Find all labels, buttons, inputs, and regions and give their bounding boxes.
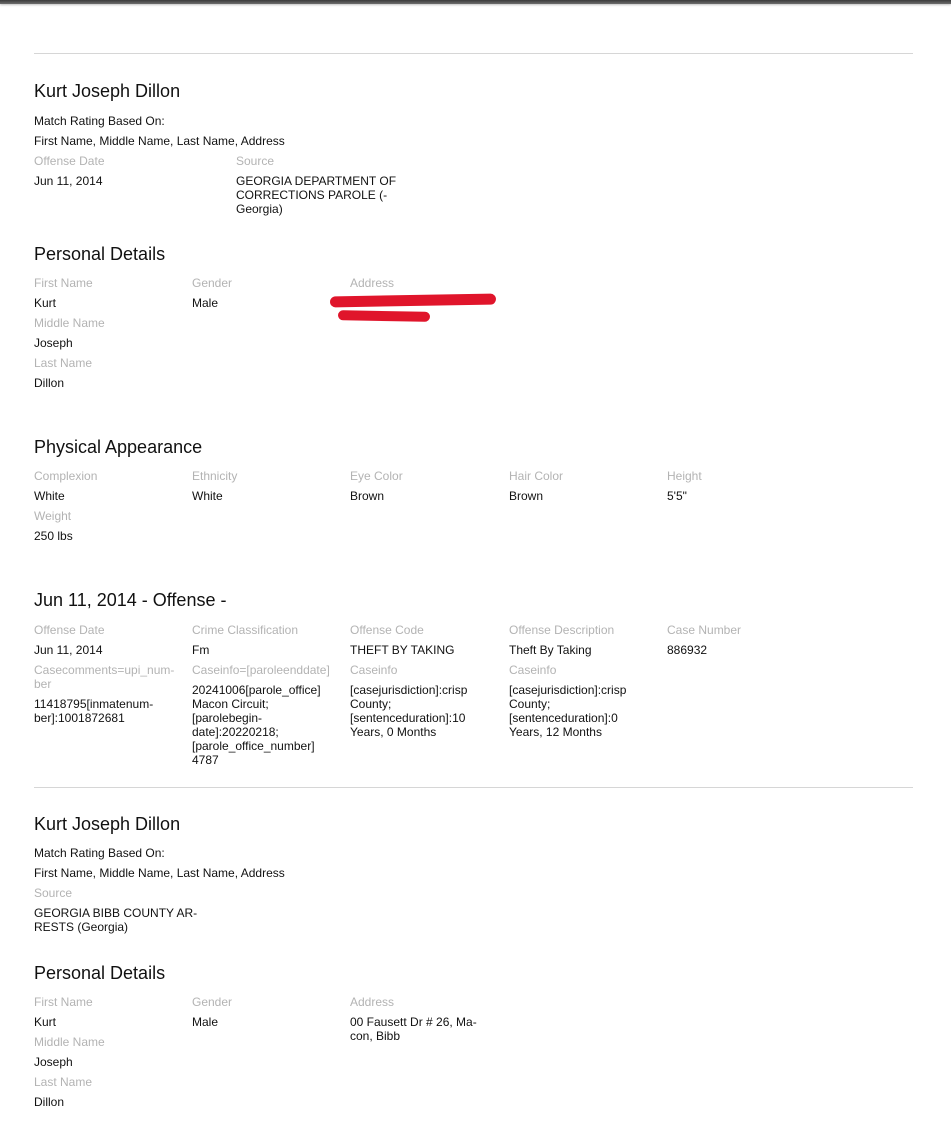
caseinfo-line: [casejurisdiction]:crisp — [350, 683, 468, 697]
casecomments-value-line: 11418795[inmatenum- — [34, 697, 154, 711]
match-rating-label: Match Rating Based On: — [34, 114, 165, 128]
crime-classification-value: Fm — [192, 643, 210, 657]
caseinfo-label: Caseinfo — [350, 663, 398, 677]
source-line: Georgia) — [236, 202, 283, 216]
record-name: Kurt Joseph Dillon — [34, 81, 181, 101]
offense-description-value: Theft By Taking — [509, 643, 592, 657]
offense-code-label: Offense Code — [350, 623, 424, 637]
ethnicity-value: White — [192, 489, 223, 503]
section-heading-personal: Personal Details — [34, 244, 166, 264]
eye-color-label: Eye Color — [350, 469, 403, 483]
caseinfo-line: [sentenceduration]:10 — [350, 711, 466, 725]
section-heading-offense: Jun 11, 2014 - Offense - — [34, 590, 227, 610]
first-name-label: First Name — [34, 276, 93, 290]
casecomments-label: Casecomments=upi_num- ber — [34, 663, 174, 691]
caseinfo-line: Years, 12 Months — [509, 725, 602, 739]
caseinfo-line: County; — [350, 697, 392, 711]
gender-value: Male — [192, 296, 219, 310]
caseinfo-value: [casejurisdiction]:crisp County; [senten… — [509, 683, 626, 739]
caseinfo-line: [parole_office_number] — [192, 739, 315, 753]
middle-name-value: Joseph — [34, 336, 73, 350]
offense-date-value: Jun 11, 2014 — [34, 174, 103, 188]
eye-color-value: Brown — [350, 489, 385, 503]
record-name: Kurt Joseph Dillon — [34, 814, 181, 834]
offense-description-label: Offense Description — [509, 623, 615, 637]
height-value: 5'5" — [667, 489, 687, 503]
gender-label: Gender — [192, 276, 233, 290]
gender-label: Gender — [192, 995, 233, 1009]
caseinfo-label: Caseinfo=[paroleenddate] — [192, 663, 330, 677]
casecomments-value: 11418795[inmatenum- ber]:1001872681 — [34, 697, 153, 725]
weight-value: 250 lbs — [34, 529, 73, 543]
first-name-label: First Name — [34, 995, 93, 1009]
match-rating-value: First Name, Middle Name, Last Name, Addr… — [34, 134, 285, 148]
address-value: 00 Fausett Dr # 26, Ma- con, Bibb — [350, 1015, 477, 1043]
match-rating-label: Match Rating Based On: — [34, 846, 165, 860]
case-number-label: Case Number — [667, 623, 742, 637]
last-name-value: Dillon — [34, 376, 65, 390]
divider — [34, 53, 913, 54]
offense-code-value: THEFT BY TAKING — [350, 643, 455, 657]
address-label: Address — [350, 276, 395, 290]
section-heading-personal: Personal Details — [34, 963, 166, 983]
address-line: con, Bibb — [350, 1029, 401, 1043]
top-bar — [0, 0, 951, 4]
height-label: Height — [667, 469, 702, 483]
first-name-value: Kurt — [34, 296, 57, 310]
caseinfo-line: [sentenceduration]:0 — [509, 711, 618, 725]
ethnicity-label: Ethnicity — [192, 469, 238, 483]
hair-color-label: Hair Color — [509, 469, 564, 483]
source-label: Source — [236, 154, 275, 168]
address-label: Address — [350, 995, 395, 1009]
caseinfo-line: Macon Circuit; — [192, 697, 269, 711]
divider — [34, 787, 913, 788]
section-heading-physical: Physical Appearance — [34, 437, 203, 457]
middle-name-label: Middle Name — [34, 1035, 105, 1049]
last-name-label: Last Name — [34, 356, 93, 370]
hair-color-value: Brown — [509, 489, 544, 503]
middle-name-value: Joseph — [34, 1055, 73, 1069]
source-line: RESTS (Georgia) — [34, 920, 129, 934]
source-line: CORRECTIONS PAROLE (- — [236, 188, 388, 202]
address-line: 00 Fausett Dr # 26, Ma- — [350, 1015, 477, 1029]
source-line: GEORGIA BIBB COUNTY AR- — [34, 906, 198, 920]
casecomments-label-line: ber — [34, 677, 52, 691]
caseinfo-line: [parolebegin- — [192, 711, 263, 725]
offense-date-label: Offense Date — [34, 623, 105, 637]
match-rating-value: First Name, Middle Name, Last Name, Addr… — [34, 866, 285, 880]
caseinfo-line: date]:20220218; — [192, 725, 279, 739]
source-line: GEORGIA DEPARTMENT OF — [236, 174, 397, 188]
caseinfo-line: 20241006[parole_office] — [192, 683, 321, 697]
caseinfo-label: Caseinfo — [509, 663, 557, 677]
gender-value: Male — [192, 1015, 219, 1029]
complexion-value: White — [34, 489, 65, 503]
caseinfo-line: Years, 0 Months — [350, 725, 437, 739]
crime-classification-label: Crime Classification — [192, 623, 299, 637]
caseinfo-line: 4787 — [192, 753, 219, 767]
caseinfo-value: [casejurisdiction]:crisp County; [senten… — [350, 683, 467, 739]
case-number-value: 886932 — [667, 643, 708, 657]
source-value: GEORGIA BIBB COUNTY AR- RESTS (Georgia) — [34, 906, 197, 934]
redaction-mark — [337, 310, 431, 322]
complexion-label: Complexion — [34, 469, 98, 483]
caseinfo-value: 20241006[parole_office] Macon Circuit; [… — [192, 683, 321, 767]
casecomments-value-line: ber]:1001872681 — [34, 711, 125, 725]
offense-date-label: Offense Date — [34, 154, 105, 168]
source-value: GEORGIA DEPARTMENT OF CORRECTIONS PAROLE… — [236, 174, 396, 216]
first-name-value: Kurt — [34, 1015, 57, 1029]
middle-name-label: Middle Name — [34, 316, 105, 330]
source-label: Source — [34, 886, 73, 900]
last-name-value: Dillon — [34, 1095, 65, 1109]
caseinfo-line: [casejurisdiction]:crisp — [509, 683, 627, 697]
offense-date-value: Jun 11, 2014 — [34, 643, 103, 657]
casecomments-label-line: Casecomments=upi_num- — [34, 663, 175, 677]
last-name-label: Last Name — [34, 1075, 93, 1089]
weight-label: Weight — [34, 509, 72, 523]
caseinfo-line: County; — [509, 697, 551, 711]
